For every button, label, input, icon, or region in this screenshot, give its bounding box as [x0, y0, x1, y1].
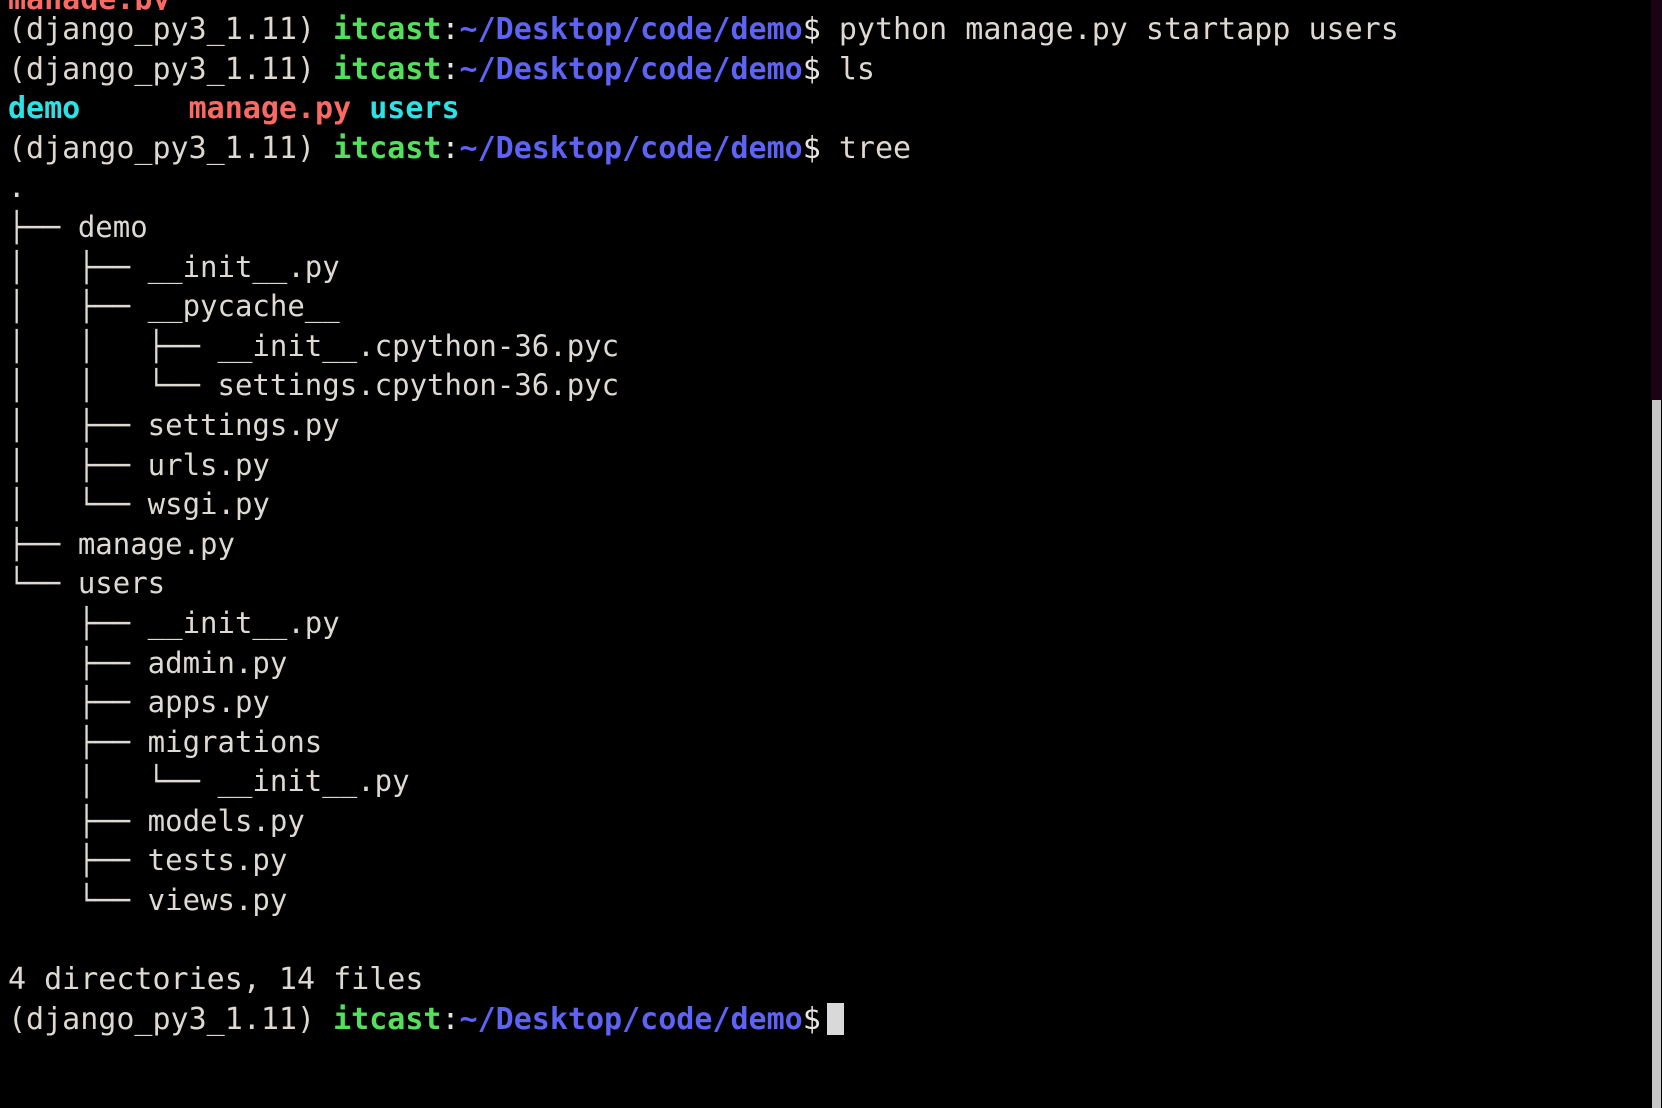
ls-entry-users: users — [369, 91, 459, 126]
scrollbar-upper-region[interactable] — [1651, 0, 1662, 400]
terminal-line-prompt-tree: (django_py3_1.11) itcast:~/Desktop/code/… — [8, 129, 1645, 169]
prompt-dollar: $ — [803, 12, 821, 47]
prompt-path: ~/Desktop/code/demo — [460, 1002, 803, 1037]
prompt-venv: (django_py3_1.11) — [8, 12, 315, 47]
ls-space — [351, 91, 369, 126]
tree-line: │ ├── settings.py — [8, 406, 1645, 446]
prompt-colon: : — [441, 12, 459, 47]
terminal-screen[interactable]: manage.py (django_py3_1.11) itcast:~/Des… — [0, 0, 1645, 1108]
tree-line: ├── tests.py — [8, 841, 1645, 881]
tree-output-block: .├── demo│ ├── __init__.py│ ├── __pycach… — [8, 168, 1645, 920]
prompt-dollar: $ — [803, 1002, 821, 1037]
space — [315, 52, 333, 87]
tree-line: . — [8, 168, 1645, 208]
command-ls: ls — [839, 52, 875, 87]
text-cursor[interactable] — [827, 1003, 844, 1035]
terminal-line-summary: 4 directories, 14 files — [8, 960, 1645, 1000]
prompt-colon: : — [441, 131, 459, 166]
prompt-dollar: $ — [803, 131, 821, 166]
command-startapp: python manage.py startapp users — [839, 12, 1399, 47]
prompt-venv: (django_py3_1.11) — [8, 52, 315, 87]
terminal-line-prompt-active[interactable]: (django_py3_1.11) itcast:~/Desktop/code/… — [8, 1000, 1645, 1040]
prompt-user: itcast — [333, 1002, 441, 1037]
terminal-line-blank — [8, 921, 1645, 961]
tree-line: │ ├── urls.py — [8, 446, 1645, 486]
prompt-colon: : — [441, 1002, 459, 1037]
tree-summary: 4 directories, 14 files — [8, 962, 423, 997]
scrollbar-thumb[interactable] — [1652, 400, 1661, 1108]
space — [315, 1002, 333, 1037]
tree-line: └── views.py — [8, 881, 1645, 921]
tree-line: │ ├── __pycache__ — [8, 287, 1645, 327]
ls-gap — [80, 91, 188, 126]
tree-line: ├── models.py — [8, 802, 1645, 842]
terminal-line-prompt-startapp: (django_py3_1.11) itcast:~/Desktop/code/… — [8, 10, 1645, 50]
tree-line: ├── admin.py — [8, 644, 1645, 684]
space — [821, 131, 839, 166]
terminal-window[interactable]: manage.py (django_py3_1.11) itcast:~/Des… — [0, 0, 1662, 1108]
tree-line: │ │ └── settings.cpython-36.pyc — [8, 366, 1645, 406]
space — [315, 131, 333, 166]
prompt-path: ~/Desktop/code/demo — [460, 12, 803, 47]
ls-entry-demo: demo — [8, 91, 80, 126]
prompt-dollar: $ — [803, 52, 821, 87]
prompt-colon: : — [441, 52, 459, 87]
space — [821, 52, 839, 87]
tree-line: │ │ ├── __init__.cpython-36.pyc — [8, 327, 1645, 367]
prompt-user: itcast — [333, 52, 441, 87]
ls-entry-manage-py: manage.py — [189, 91, 352, 126]
tree-line: ├── __init__.py — [8, 604, 1645, 644]
tree-line: │ └── __init__.py — [8, 762, 1645, 802]
prompt-user: itcast — [333, 12, 441, 47]
prompt-venv: (django_py3_1.11) — [8, 1002, 315, 1037]
terminal-line-prompt-ls: (django_py3_1.11) itcast:~/Desktop/code/… — [8, 50, 1645, 90]
tree-line: ├── apps.py — [8, 683, 1645, 723]
tree-line: ├── manage.py — [8, 525, 1645, 565]
tree-line: ├── demo — [8, 208, 1645, 248]
terminal-line-ls-output: demo manage.py users — [8, 89, 1645, 129]
clipped-text: manage.py — [8, 0, 171, 10]
space — [315, 12, 333, 47]
prompt-path: ~/Desktop/code/demo — [460, 131, 803, 166]
tree-line: │ └── wsgi.py — [8, 485, 1645, 525]
space — [821, 12, 839, 47]
scrollbar-track[interactable] — [1651, 0, 1662, 1108]
tree-line: │ ├── __init__.py — [8, 248, 1645, 288]
tree-line: ├── migrations — [8, 723, 1645, 763]
terminal-line-clipped: manage.py — [8, 0, 1645, 10]
prompt-path: ~/Desktop/code/demo — [460, 52, 803, 87]
prompt-venv: (django_py3_1.11) — [8, 131, 315, 166]
tree-line: └── users — [8, 564, 1645, 604]
command-tree: tree — [839, 131, 911, 166]
prompt-user: itcast — [333, 131, 441, 166]
